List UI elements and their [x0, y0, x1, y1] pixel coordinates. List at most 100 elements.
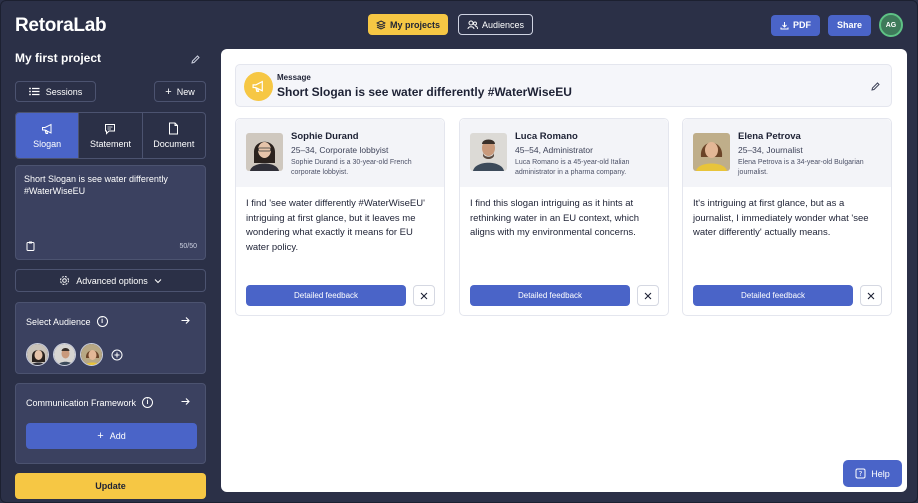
select-audience-panel: Select Audience i [15, 302, 206, 374]
project-title: My first project [15, 51, 102, 65]
dismiss-button[interactable] [637, 285, 659, 306]
sessions-label: Sessions [45, 86, 83, 97]
message-input-text: Short Slogan is see water differently #W… [24, 174, 168, 196]
persona-card: Elena Petrova 25–34, Journalist Elena Pe… [682, 118, 892, 316]
person-photo-icon [693, 133, 730, 171]
pdf-button[interactable]: PDF [770, 14, 820, 36]
select-audience-header: Select Audience i [26, 316, 108, 327]
close-icon [867, 292, 875, 299]
arrow-right-icon[interactable] [180, 315, 191, 326]
info-icon[interactable]: i [96, 316, 108, 327]
share-button[interactable]: Share [827, 14, 871, 36]
select-audience-label: Select Audience [26, 316, 91, 327]
person-photo-icon [27, 344, 48, 365]
chat-icon [105, 123, 116, 135]
dismiss-button[interactable] [860, 285, 882, 306]
persona-photo [470, 133, 507, 171]
persona-name: Sophie Durand [291, 131, 359, 142]
persona-card: Sophie Durand 25–34, Corporate lobbyist … [235, 118, 445, 316]
dismiss-button[interactable] [413, 285, 435, 306]
my-projects-label: My projects [390, 19, 441, 30]
chevron-down-icon [154, 278, 162, 283]
audiences-label: Audiences [482, 19, 525, 30]
persona-role: 45–54, Administrator [515, 145, 593, 155]
plus-icon: + [97, 430, 104, 442]
audience-avatar-luca[interactable] [53, 343, 76, 366]
tab-document[interactable]: Document [143, 113, 205, 158]
persona-header: Luca Romano 45–54, Administrator Luca Ro… [460, 119, 668, 187]
users-icon [467, 20, 478, 29]
close-icon [644, 292, 652, 299]
update-label: Update [95, 481, 126, 491]
communication-framework-header: Communication Framework i [26, 397, 154, 408]
persona-feedback: It's intriguing at first glance, but as … [693, 198, 869, 238]
arrow-right-icon[interactable] [180, 396, 191, 407]
close-icon [420, 292, 428, 299]
update-button[interactable]: Update [15, 473, 206, 499]
megaphone-icon [252, 80, 263, 92]
message-text: Short Slogan is see water differently #W… [277, 85, 572, 99]
tab-statement[interactable]: Statement [79, 113, 143, 158]
share-label: Share [836, 20, 862, 30]
content-type-tabs: Slogan Statement Document [15, 112, 206, 159]
list-icon [28, 87, 40, 96]
svg-text:?: ? [859, 470, 863, 478]
persona-feedback: I find 'see water differently #WaterWise… [246, 198, 425, 253]
char-count: 50/50 [179, 243, 197, 250]
persona-role: 25–34, Corporate lobbyist [291, 145, 389, 155]
my-projects-button[interactable]: My projects [368, 14, 449, 35]
add-circle-icon[interactable] [111, 349, 123, 361]
message-textarea[interactable]: Short Slogan is see water differently #W… [15, 165, 206, 260]
info-icon[interactable]: i [142, 397, 154, 408]
header-actions: PDF Share AG [770, 13, 903, 37]
person-photo-icon [54, 344, 75, 365]
layers-icon [376, 19, 386, 30]
main-content: Message Short Slogan is see water differ… [221, 49, 907, 492]
communication-framework-label: Communication Framework [26, 397, 137, 408]
persona-description: Sophie Durand is a 30-year-old French co… [291, 159, 412, 176]
audience-avatar-elena[interactable] [80, 343, 103, 366]
persona-photo [693, 133, 730, 171]
persona-header: Sophie Durand 25–34, Corporate lobbyist … [236, 119, 444, 187]
add-framework-button[interactable]: + Add [26, 423, 197, 449]
clipboard-icon[interactable] [26, 241, 35, 251]
download-icon [780, 21, 789, 29]
audience-avatars [26, 343, 123, 366]
persona-card: Luca Romano 45–54, Administrator Luca Ro… [459, 118, 669, 316]
plus-icon: + [165, 85, 172, 98]
help-button[interactable]: ? Help [843, 460, 902, 487]
megaphone-icon [41, 123, 52, 134]
audience-avatar-sophie[interactable] [26, 343, 49, 366]
persona-feedback: I find this slogan intriguing as it hint… [470, 198, 639, 238]
tab-slogan-label: Slogan [33, 138, 62, 149]
help-icon: ? [855, 468, 866, 479]
new-session-button[interactable]: + New [154, 81, 206, 102]
audiences-button[interactable]: Audiences [458, 14, 534, 35]
persona-description: Elena Petrova is a 34-year-old Bulgarian… [738, 159, 864, 176]
pdf-label: PDF [792, 20, 811, 30]
app-window: RetoraLab My projects Audiences PDF Shar… [0, 0, 918, 503]
person-photo-icon [246, 133, 283, 171]
detailed-feedback-button[interactable]: Detailed feedback [470, 285, 630, 306]
detailed-feedback-button[interactable]: Detailed feedback [246, 285, 406, 306]
persona-name: Luca Romano [515, 131, 578, 142]
person-photo-icon [470, 133, 507, 171]
persona-role: 25–34, Journalist [738, 145, 803, 155]
sessions-button[interactable]: Sessions [15, 81, 96, 102]
user-initials: AG [885, 21, 897, 29]
add-label: Add [109, 431, 126, 441]
message-card: Message Short Slogan is see water differ… [235, 64, 892, 107]
new-label: New [176, 86, 195, 97]
detailed-feedback-button[interactable]: Detailed feedback [693, 285, 853, 306]
tab-slogan[interactable]: Slogan [16, 113, 80, 158]
top-nav: My projects Audiences [368, 14, 534, 35]
message-label: Message [277, 73, 311, 82]
user-avatar[interactable]: AG [879, 13, 903, 37]
advanced-options-label: Advanced options [76, 275, 148, 286]
message-badge [244, 72, 273, 101]
document-icon [169, 122, 179, 135]
edit-project-icon[interactable] [190, 54, 201, 65]
advanced-options-button[interactable]: Advanced options [15, 269, 206, 292]
app-logo: RetoraLab [15, 15, 107, 36]
edit-message-icon[interactable] [870, 81, 881, 92]
